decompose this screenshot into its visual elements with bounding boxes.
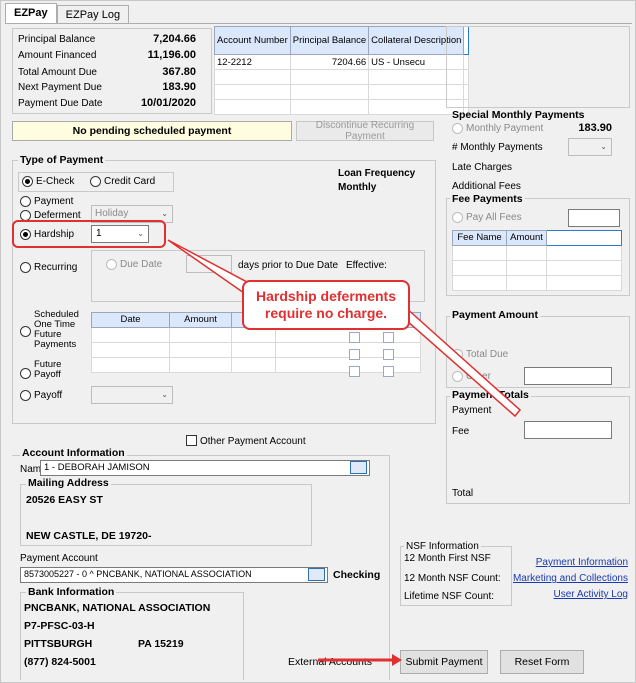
submit-arrowhead <box>392 654 402 666</box>
annotation-arrows <box>167 239 522 666</box>
hardship-callout: Hardship deferments require no charge. <box>242 280 410 330</box>
